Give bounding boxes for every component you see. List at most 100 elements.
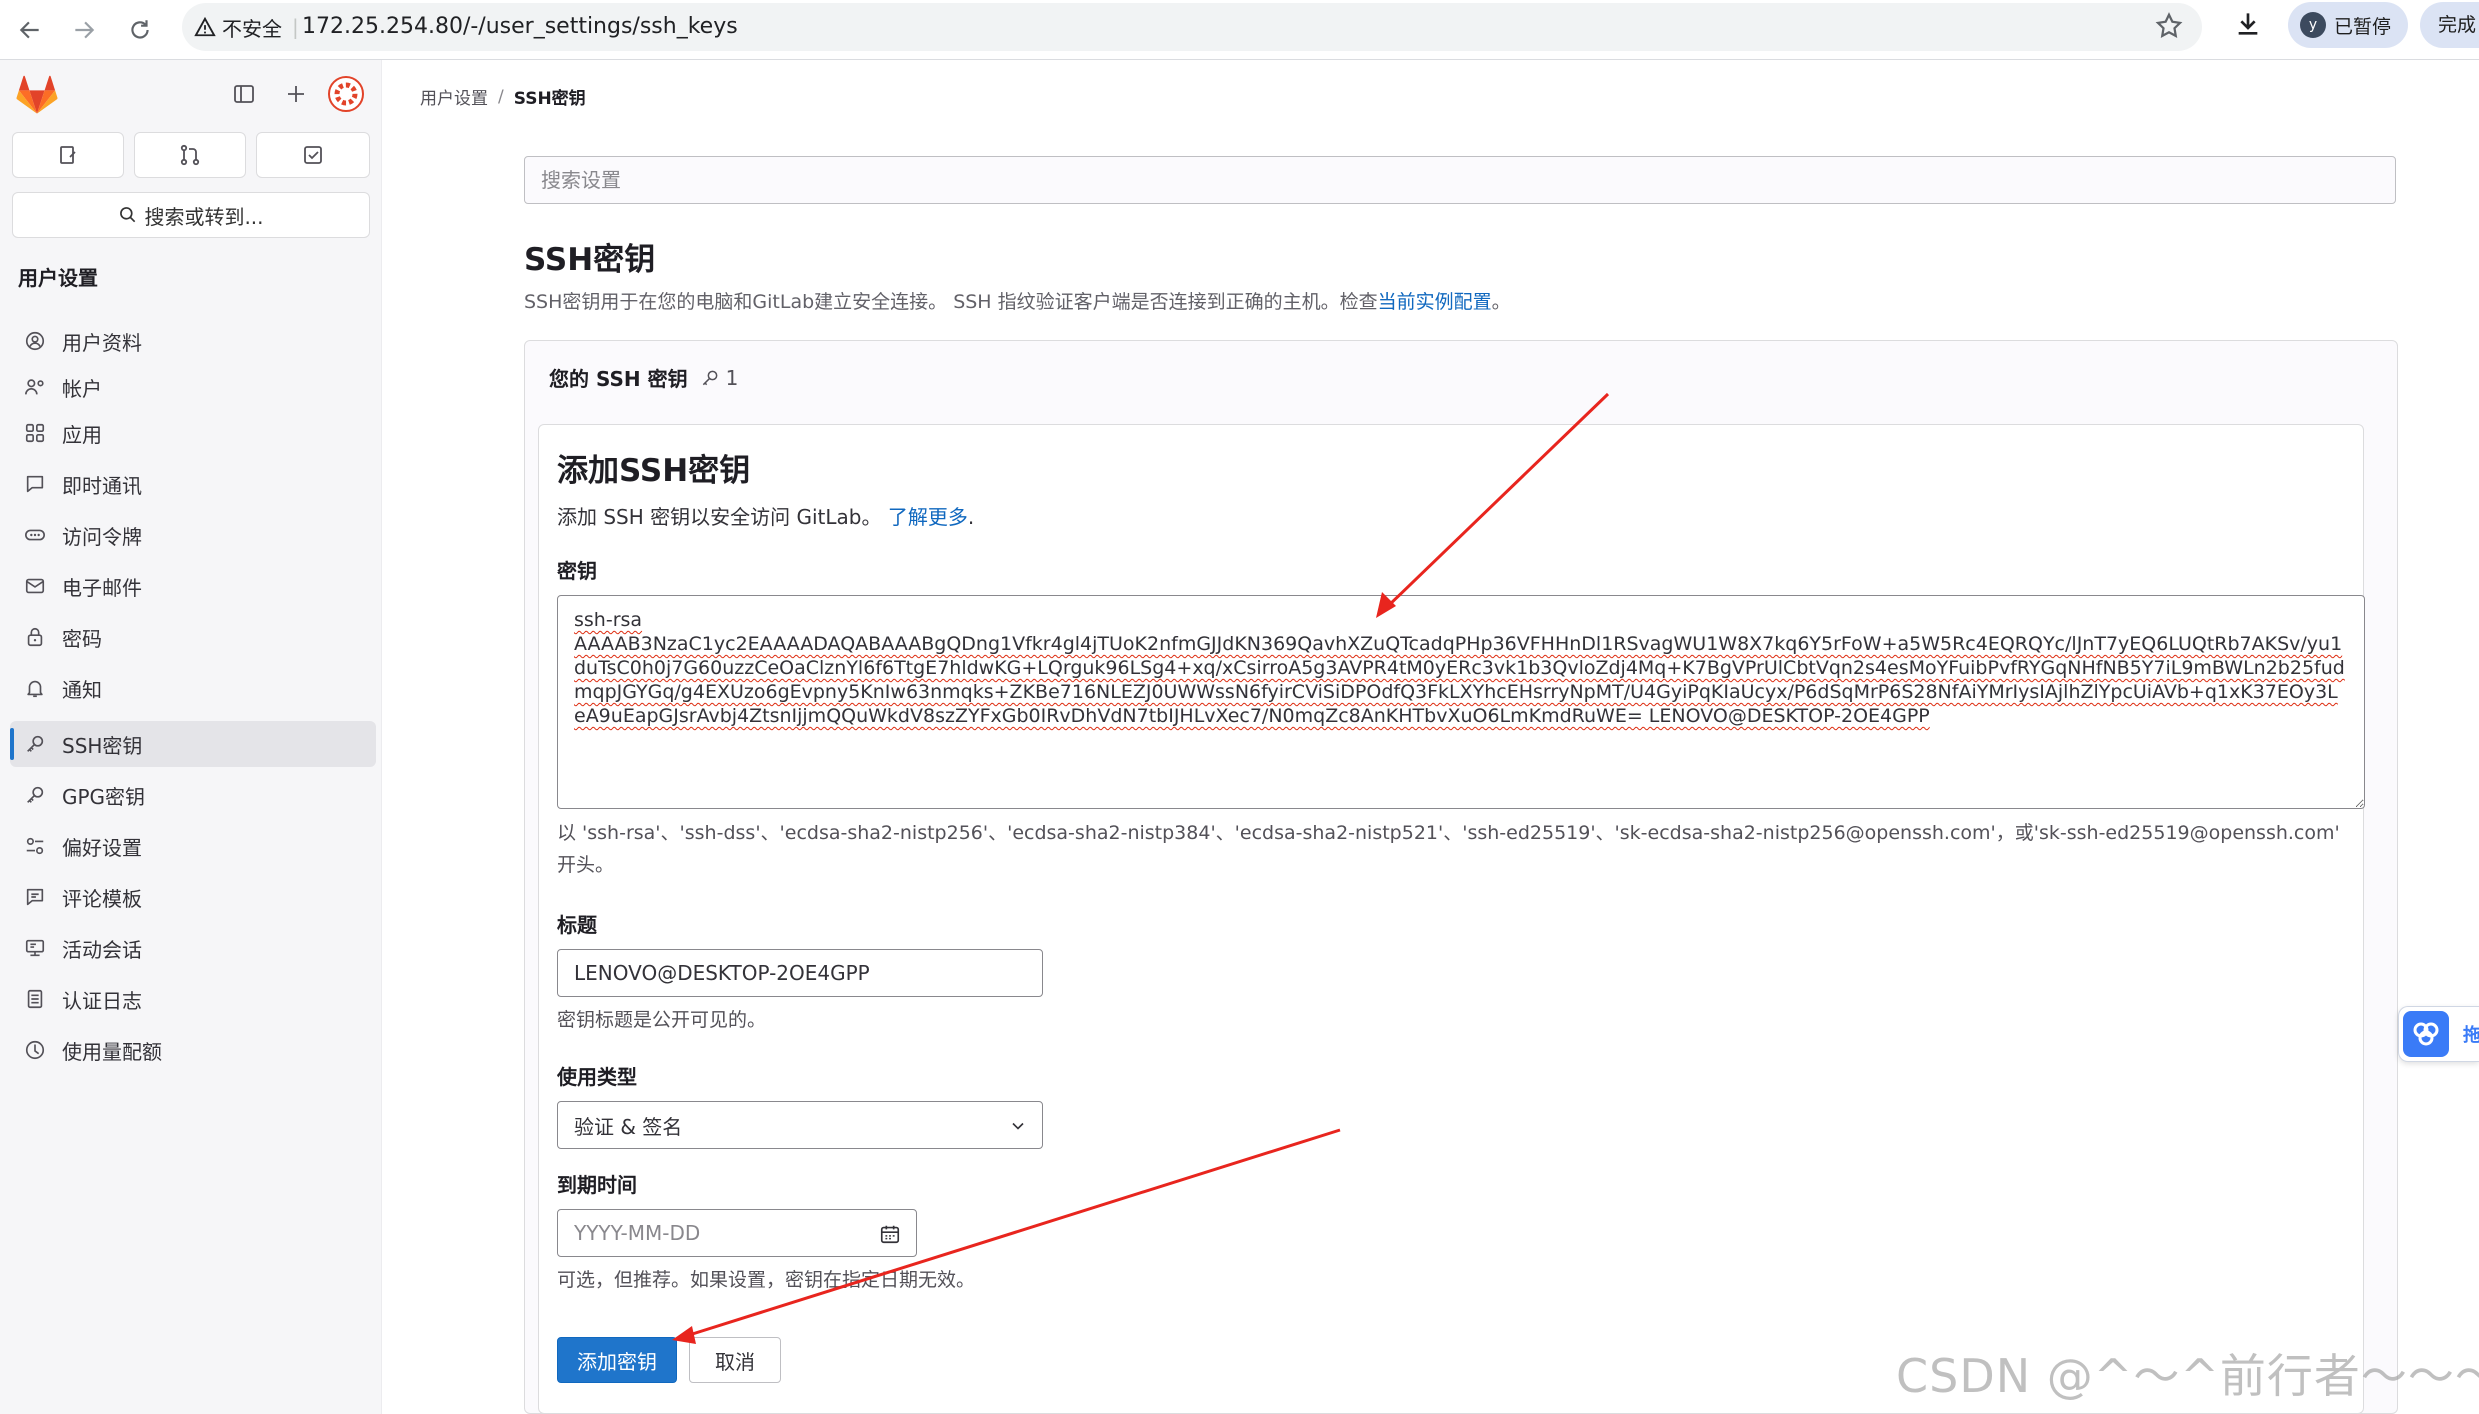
sidebar-item-active-sessions[interactable]: 活动会话: [10, 925, 376, 971]
bookmark-button[interactable]: [2154, 11, 2184, 41]
sidebar-item-label: 密码: [62, 626, 102, 651]
sidebar-item-label: 认证日志: [62, 988, 142, 1013]
sidebar-item-access-tokens[interactable]: 访问令牌: [10, 512, 376, 558]
sidebar-item-usage-quotas[interactable]: 使用量配额: [10, 1027, 376, 1073]
sidebar-item-ssh-keys[interactable]: SSH密钥: [10, 721, 376, 767]
sidebar-item-label: 通知: [62, 677, 102, 702]
sidebar-item-label: 即时通讯: [62, 473, 142, 498]
cloud-icon: [2403, 1011, 2449, 1057]
ssh-keys-count: 1: [700, 366, 738, 390]
search-icon: [120, 207, 136, 223]
download-button[interactable]: [2232, 8, 2264, 40]
mail-icon: [25, 578, 45, 594]
learn-more-end: .: [967, 505, 975, 529]
sidebar-item-label: SSH密钥: [62, 733, 143, 758]
search-settings-input[interactable]: [524, 156, 2396, 204]
key-title-input[interactable]: [557, 949, 1043, 997]
back-button[interactable]: [10, 10, 50, 50]
sidebar-item-label: 应用: [62, 422, 102, 447]
watermark: CSDN @^～^前行者～～～: [1896, 1349, 2479, 1403]
title-label: 标题: [557, 913, 597, 937]
key-help-text: 以 'ssh-rsa'、'ssh-dss'、'ecdsa-sha2-nistp2…: [557, 822, 2340, 876]
applications-icon: [25, 423, 45, 443]
add-key-button[interactable]: 添加密钥: [557, 1337, 677, 1383]
calendar-button[interactable]: [879, 1223, 901, 1245]
sidebar-item-label: 帐户: [62, 376, 102, 401]
warning-icon: [194, 16, 216, 37]
breadcrumb-current[interactable]: SSH密钥: [514, 84, 586, 109]
floating-helper-widget[interactable]: 拖: [2398, 1006, 2479, 1062]
arrow-left-icon: [19, 21, 39, 39]
sidebar-item-profile[interactable]: 用户资料: [10, 318, 376, 364]
plus-icon: [288, 86, 304, 102]
sidebar-item-gpg-keys[interactable]: GPG密钥: [10, 772, 376, 818]
add-ssh-key-title: 添加SSH密钥: [557, 453, 751, 489]
address-bar[interactable]: 不安全 | 172.25.254.80/-/user_settings/ssh_…: [182, 3, 2202, 51]
toggle-sidebar-button[interactable]: [224, 74, 264, 114]
expiry-help-text: 可选，但推荐。如果设置，密钥在指定日期无效。: [557, 1269, 976, 1291]
sidebar-item-label: 访问令牌: [62, 524, 142, 549]
sidebar-item-password[interactable]: 密码: [10, 614, 376, 660]
sidebar-item-label: 活动会话: [62, 937, 142, 962]
sidebar-item-notifications[interactable]: 通知: [10, 665, 376, 711]
chat-icon: [26, 475, 44, 493]
reload-icon: [131, 20, 149, 39]
sidebar-search-button[interactable]: 搜索或转到...: [12, 192, 370, 238]
usage-type-label: 使用类型: [557, 1065, 637, 1089]
url-text[interactable]: 172.25.254.80/-/user_settings/ssh_keys: [302, 11, 738, 43]
todo-tab[interactable]: [256, 132, 370, 178]
expiry-label: 到期时间: [557, 1173, 637, 1197]
sidebar-search-label: 搜索或转到...: [144, 204, 264, 229]
sidebar-item-account[interactable]: 帐户: [10, 364, 376, 410]
token-icon: [25, 529, 45, 541]
issues-tab[interactable]: [12, 132, 124, 178]
gitlab-logo[interactable]: [16, 74, 58, 116]
cancel-button[interactable]: 取消: [689, 1337, 781, 1383]
merge-request-icon: [180, 144, 200, 166]
sidebar-item-label: 使用量配额: [62, 1039, 162, 1064]
issues-icon: [60, 146, 76, 164]
monitor-icon: [25, 939, 45, 957]
calendar-icon: [880, 1225, 900, 1244]
profile-button[interactable]: y 已暂停: [2288, 2, 2408, 48]
usage-type-select[interactable]: 验证 & 签名: [557, 1101, 1043, 1149]
sidebar-section-title: 用户设置: [18, 266, 98, 290]
page-title: SSH密钥: [524, 242, 656, 278]
page-description-end: 。: [1491, 291, 1511, 313]
sidebar-item-label: 偏好设置: [62, 835, 142, 860]
usage-type-value: 验证 & 签名: [574, 1114, 683, 1139]
merge-requests-tab[interactable]: [134, 132, 246, 178]
key-icon: [702, 370, 717, 385]
sidebar-item-chat[interactable]: 即时通讯: [10, 461, 376, 507]
instance-config-link[interactable]: 当前实例配置: [1378, 291, 1492, 313]
sidebar-item-label: 电子邮件: [62, 575, 142, 600]
key-textarea[interactable]: [557, 595, 2365, 809]
breadcrumb: 用户设置 / SSH密钥: [420, 84, 586, 110]
sidebar-item-emails[interactable]: 电子邮件: [10, 563, 376, 609]
sidebar-item-applications[interactable]: 应用: [10, 410, 376, 456]
expiry-date-input[interactable]: [557, 1209, 917, 1257]
sidebar-item-auth-log[interactable]: 认证日志: [10, 976, 376, 1022]
breadcrumb-parent[interactable]: 用户设置: [420, 84, 488, 109]
arrow-right-icon: [75, 21, 95, 39]
download-icon: [2238, 13, 2258, 35]
log-icon: [27, 989, 43, 1009]
account-icon: [25, 379, 44, 395]
profile-icon: [25, 331, 45, 351]
avatar: y: [2300, 12, 2326, 38]
user-avatar-button[interactable]: [326, 74, 366, 114]
create-new-button[interactable]: [276, 74, 316, 114]
sidebar-item-comment-templates[interactable]: 评论模板: [10, 874, 376, 920]
user-avatar-icon: [328, 76, 364, 112]
todo-icon: [304, 146, 322, 164]
security-indicator[interactable]: 不安全 |: [194, 11, 299, 43]
sidebar-item-preferences[interactable]: 偏好设置: [10, 823, 376, 869]
forward-button[interactable]: [64, 10, 104, 50]
quota-icon: [25, 1040, 45, 1060]
key-label: 密钥: [557, 559, 597, 583]
breadcrumb-separator: /: [498, 86, 504, 107]
finish-button[interactable]: 完成: [2420, 2, 2479, 48]
add-ssh-key-description-text: 添加 SSH 密钥以安全访问 GitLab。: [557, 505, 882, 529]
reload-button[interactable]: [120, 10, 160, 50]
learn-more-link[interactable]: 了解更多: [888, 505, 968, 529]
